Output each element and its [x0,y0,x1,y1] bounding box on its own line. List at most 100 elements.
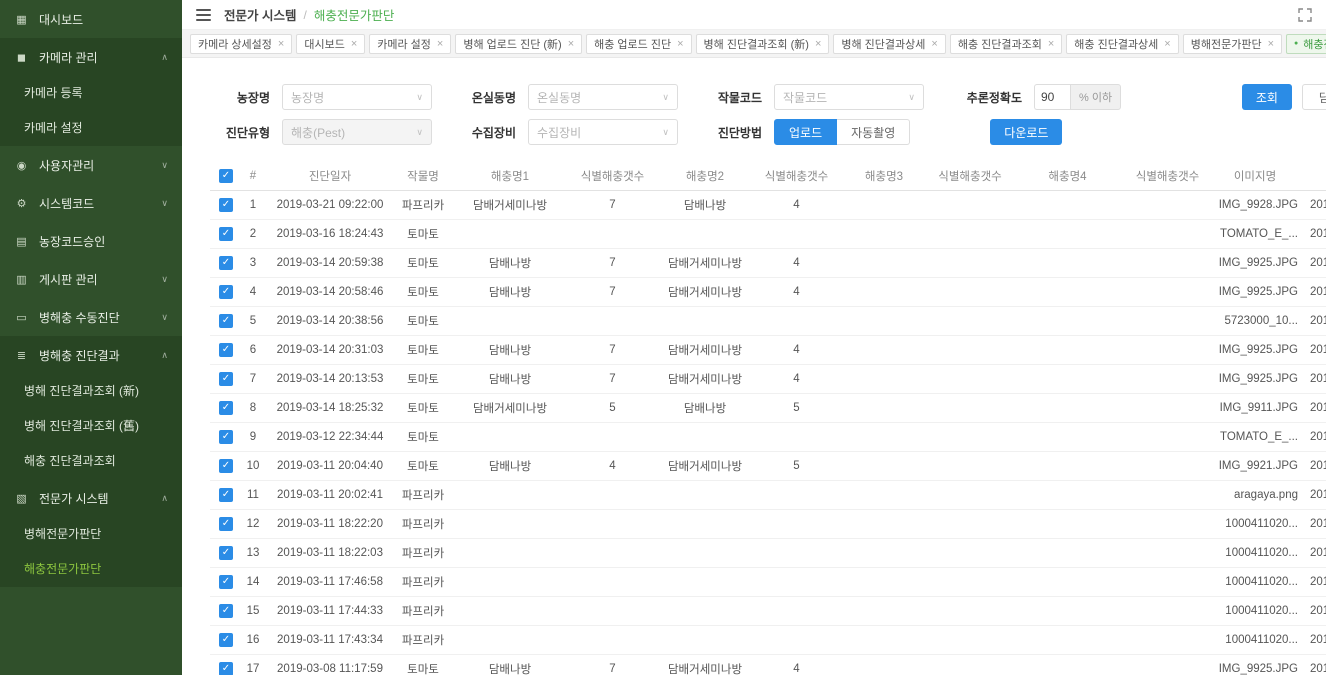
sidebar-item-5[interactable]: ▥게시판 관리∨ [0,260,182,298]
download-button[interactable]: 다운로드 [990,119,1062,145]
greenhouse-select[interactable]: 온실동명 ∨ [528,84,678,110]
diagnosis-type-select[interactable]: 해충(Pest) ∨ [282,119,432,145]
image-name: 1000411020... [1210,518,1300,530]
sidebar-subitem-8-1[interactable]: 해충전문가판단 [0,552,182,587]
pest-name-1: 담배나방 [450,371,570,387]
image-name: IMG_9921.JPG [1210,460,1300,472]
clipped-column: 201 [1300,489,1326,501]
tab-6[interactable]: 병해 진단결과상세× [833,34,945,54]
table-row: ✓122019-03-11 18:22:20파프리카1000411020...2… [210,510,1326,539]
search-button[interactable]: 조회 [1242,84,1292,110]
main-area: 전문가 시스템 / 해충전문가판단 카메라 상세설정×대시보드×카메라 설정×병… [182,0,1326,675]
tab-3[interactable]: 병해 업로드 진단 (新)× [455,34,582,54]
tab-1[interactable]: 대시보드× [296,34,365,54]
tab-9[interactable]: 병해전문가판단× [1183,34,1282,54]
row-checkbox[interactable]: ✓ [219,459,233,473]
image-name: IMG_9925.JPG [1210,257,1300,269]
row-checkbox[interactable]: ✓ [219,198,233,212]
sidebar-subitem-8-0[interactable]: 병해전문가판단 [0,517,182,552]
chevron-down-icon: ∨ [416,127,423,138]
column-header: 진단일자 [264,168,396,184]
tab-10[interactable]: ●해충전문가판단× [1286,34,1326,54]
tab-close-icon[interactable]: × [1268,38,1274,50]
checkbox-cell: ✓ [210,575,242,589]
sidebar-subitem-7-0[interactable]: 병해 진단결과조회 (新) [0,374,182,409]
row-checkbox[interactable]: ✓ [219,662,233,675]
column-header: 식별해충갯수 [1125,168,1210,184]
tab-close-icon[interactable]: × [568,38,574,50]
results-table: ✓#진단일자작물명해충명1식별해충갯수해충명2식별해충갯수해충명3식별해충갯수해… [210,161,1326,675]
tab-close-icon[interactable]: × [1048,38,1054,50]
sidebar-subitem-7-2[interactable]: 해충 진단결과조회 [0,444,182,479]
row-checkbox[interactable]: ✓ [219,372,233,386]
row-checkbox[interactable]: ✓ [219,575,233,589]
filter-row-1: 농장명 농장명 ∨ 온실동명 온실동명 ∨ 작물코드 작물 [210,84,1326,110]
row-checkbox[interactable]: ✓ [219,604,233,618]
tab-close-icon[interactable]: × [1164,38,1170,50]
sidebar-item-7[interactable]: ≣병해충 진단결과∧ [0,336,182,374]
tab-7[interactable]: 해충 진단결과조회× [950,34,1062,54]
chevron-down-icon: ∨ [161,274,168,285]
equipment-select[interactable]: 수집장비 ∨ [528,119,678,145]
crop-code-select[interactable]: 작물코드 ∨ [774,84,924,110]
checkbox-cell: ✓ [210,517,242,531]
tab-4[interactable]: 해충 업로드 진단× [586,34,691,54]
chevron-down-icon: ∨ [161,312,168,323]
sidebar-item-label: 병해충 진단결과 [39,347,155,364]
tab-close-icon[interactable]: × [931,38,937,50]
farm-name-select[interactable]: 농장명 ∨ [282,84,432,110]
tab-close-icon[interactable]: × [278,38,284,50]
table-row: ✓152019-03-11 17:44:33파프리카1000411020...2… [210,597,1326,626]
row-checkbox[interactable]: ✓ [219,517,233,531]
row-checkbox[interactable]: ✓ [219,343,233,357]
method-upload-button[interactable]: 업로드 [774,119,837,145]
tab-close-icon[interactable]: × [351,38,357,50]
image-name: 5723000_10... [1210,315,1300,327]
farm-name-label: 농장명 [210,89,270,106]
sidebar-item-4[interactable]: ▤농장코드승인 [0,222,182,260]
checkbox-cell: ✓ [210,604,242,618]
tab-8[interactable]: 해충 진단결과상세× [1066,34,1178,54]
sidebar-subitem-1-1[interactable]: 카메라 설정 [0,111,182,146]
crop-name: 파프리카 [396,545,450,561]
row-checkbox[interactable]: ✓ [219,488,233,502]
select-all-checkbox[interactable]: ✓ [219,169,233,183]
tab-2[interactable]: 카메라 설정× [369,34,451,54]
tab-close-icon[interactable]: × [437,38,443,50]
row-number: 8 [242,402,264,414]
table-row: ✓32019-03-14 20:59:38토마토담배나방7담배거세미나방4IMG… [210,249,1326,278]
row-checkbox[interactable]: ✓ [219,314,233,328]
tab-close-icon[interactable]: × [677,38,683,50]
menu-toggle-icon[interactable] [196,9,211,21]
row-checkbox[interactable]: ✓ [219,430,233,444]
sidebar-subitem-1-0[interactable]: 카메라 등록 [0,76,182,111]
fullscreen-icon[interactable] [1298,8,1312,22]
crop-name: 파프리카 [396,197,450,213]
row-checkbox[interactable]: ✓ [219,256,233,270]
close-button[interactable]: 닫기 [1302,84,1326,110]
row-checkbox[interactable]: ✓ [219,285,233,299]
accuracy-input[interactable] [1034,84,1070,110]
sidebar-item-6[interactable]: ▭병해충 수동진단∨ [0,298,182,336]
sidebar-item-8[interactable]: ▧전문가 시스템∧ [0,479,182,517]
column-header: 작물명 [396,168,450,184]
tab-close-icon[interactable]: × [815,38,821,50]
row-checkbox[interactable]: ✓ [219,227,233,241]
crop-name: 토마토 [396,661,450,675]
sidebar-group-8: ▧전문가 시스템∧병해전문가판단해충전문가판단 [0,479,182,587]
row-checkbox[interactable]: ✓ [219,546,233,560]
sidebar-subitem-7-1[interactable]: 병해 진단결과조회 (舊) [0,409,182,444]
board-icon: ▥ [14,273,29,286]
crop-name: 파프리카 [396,574,450,590]
sidebar-item-3[interactable]: ⚙시스템코드∨ [0,184,182,222]
sidebar-item-0[interactable]: ▦대시보드 [0,0,182,38]
sidebar-item-1[interactable]: ◼카메라 관리∧ [0,38,182,76]
column-header: 식별해충갯수 [570,168,655,184]
row-checkbox[interactable]: ✓ [219,633,233,647]
method-auto-button[interactable]: 자동촬영 [837,119,910,145]
tab-0[interactable]: 카메라 상세설정× [190,34,292,54]
row-number: 13 [242,547,264,559]
row-checkbox[interactable]: ✓ [219,401,233,415]
tab-5[interactable]: 병해 진단결과조회 (新)× [696,34,830,54]
sidebar-item-2[interactable]: ◉사용자관리∨ [0,146,182,184]
